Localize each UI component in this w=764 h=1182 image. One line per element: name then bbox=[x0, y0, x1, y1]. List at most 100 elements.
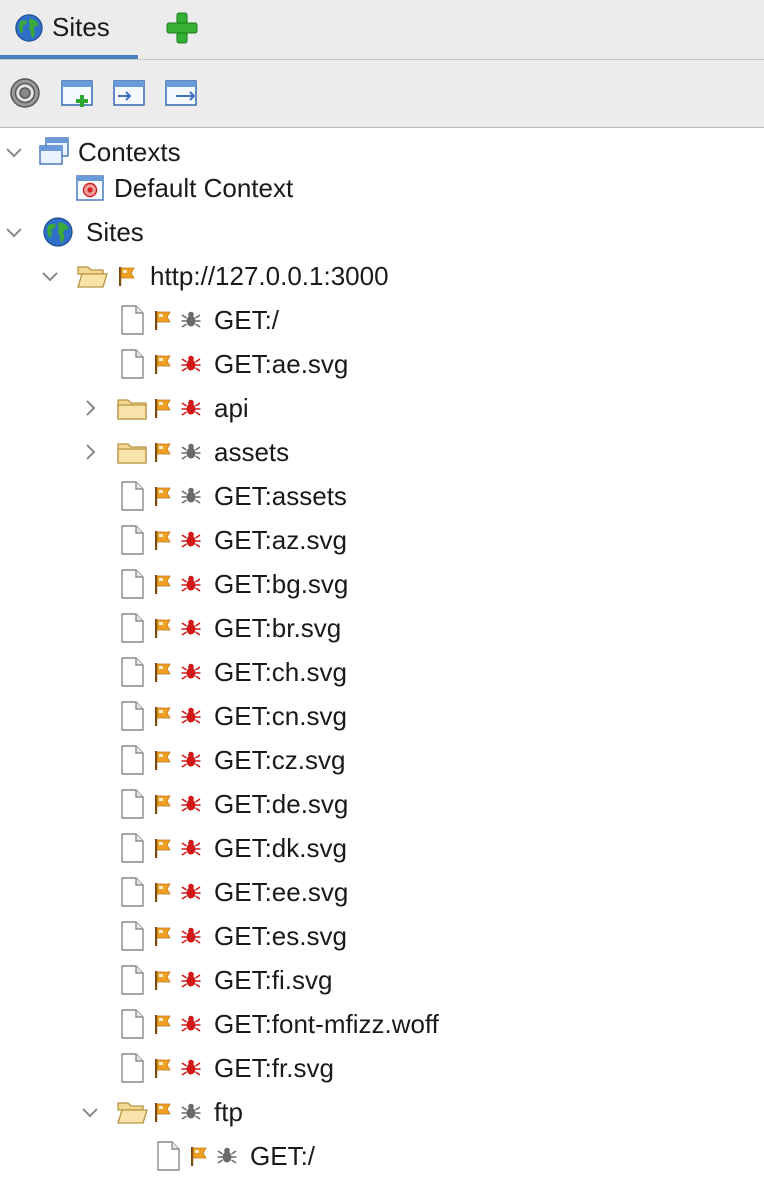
tree-node-request[interactable]: GET:ee.svg bbox=[0, 872, 764, 912]
file-icon bbox=[116, 964, 148, 996]
flag-icon bbox=[152, 397, 174, 419]
spider-alert-icon bbox=[180, 705, 202, 727]
tree-node-label: GET:cn.svg bbox=[214, 701, 347, 731]
chevron-down-icon[interactable] bbox=[78, 1100, 102, 1124]
tree-node-label: GET:az.svg bbox=[214, 525, 347, 555]
target-icon[interactable] bbox=[8, 76, 42, 110]
tree-node-request[interactable]: GET:ae.svg bbox=[0, 344, 764, 384]
tree-node-label: assets bbox=[214, 437, 290, 467]
flag-icon bbox=[188, 1145, 210, 1167]
file-icon bbox=[116, 304, 148, 336]
tree-node-request[interactable]: GET:bg.svg bbox=[0, 564, 764, 604]
flag-icon bbox=[152, 617, 174, 639]
tree-node-label: GET:/ bbox=[250, 1141, 316, 1171]
folder-icon bbox=[116, 436, 148, 468]
tree-node-request[interactable]: GET:dk.svg bbox=[0, 828, 764, 868]
file-icon bbox=[116, 920, 148, 952]
sites-tree: Contexts Default Context Sites http://12… bbox=[0, 128, 764, 1182]
flag-icon bbox=[152, 1013, 174, 1035]
tree-node-request[interactable]: GET:assets bbox=[0, 476, 764, 516]
flag-icon bbox=[152, 969, 174, 991]
flag-icon bbox=[152, 309, 174, 331]
flag-icon bbox=[152, 441, 174, 463]
flag-icon bbox=[152, 793, 174, 815]
tree-node-request[interactable]: GET:/ bbox=[0, 300, 764, 340]
tree-node-label: api bbox=[214, 393, 249, 423]
tree-node-request[interactable]: GET:fi.svg bbox=[0, 960, 764, 1000]
tree-node-label: ftp bbox=[214, 1097, 243, 1127]
spider-alert-icon bbox=[180, 353, 202, 375]
spider-alert-icon bbox=[180, 749, 202, 771]
tree-node-label: GET:font-mfizz.woff bbox=[214, 1009, 439, 1039]
tree-node-sites[interactable]: Sites bbox=[0, 212, 764, 252]
chevron-right-icon[interactable] bbox=[78, 396, 102, 420]
tree-node-request[interactable]: GET:/ bbox=[0, 1136, 764, 1176]
export-context-icon[interactable] bbox=[164, 76, 198, 110]
tree-node-request[interactable]: GET:ch.svg bbox=[0, 652, 764, 692]
tree-node-request[interactable]: GET:de.svg bbox=[0, 784, 764, 824]
spider-alert-icon bbox=[180, 881, 202, 903]
chevron-right-icon[interactable] bbox=[78, 440, 102, 464]
spider-alert-icon bbox=[180, 309, 202, 331]
default-context-icon bbox=[74, 172, 106, 204]
tree-node-folder[interactable]: assets bbox=[0, 432, 764, 472]
flag-icon bbox=[152, 705, 174, 727]
folder-icon bbox=[116, 392, 148, 424]
spider-alert-icon bbox=[180, 617, 202, 639]
spider-alert-icon bbox=[180, 397, 202, 419]
flag-icon bbox=[152, 661, 174, 683]
spider-alert-icon bbox=[180, 529, 202, 551]
file-icon bbox=[116, 700, 148, 732]
tree-node-request[interactable]: GET:cz.svg bbox=[0, 740, 764, 780]
chevron-down-icon[interactable] bbox=[38, 264, 62, 288]
tree-node-host[interactable]: http://127.0.0.1:3000 bbox=[0, 256, 764, 296]
spider-alert-icon bbox=[180, 793, 202, 815]
spider-alert-icon bbox=[180, 1101, 202, 1123]
tree-node-request[interactable]: GET:es.svg bbox=[0, 916, 764, 956]
file-icon bbox=[116, 612, 148, 644]
tree-node-label: http://127.0.0.1:3000 bbox=[150, 261, 389, 291]
tab-sites-label: Sites bbox=[52, 12, 110, 42]
file-icon bbox=[116, 524, 148, 556]
tree-node-request[interactable]: GET:cn.svg bbox=[0, 696, 764, 736]
tree-node-request[interactable]: GET:az.svg bbox=[0, 520, 764, 560]
plus-icon[interactable] bbox=[164, 10, 200, 46]
flag-icon bbox=[152, 925, 174, 947]
spider-alert-icon bbox=[180, 573, 202, 595]
tree-node-folder[interactable]: api bbox=[0, 388, 764, 428]
import-context-icon[interactable] bbox=[112, 76, 146, 110]
tree-node-label: GET:assets bbox=[214, 481, 347, 511]
tree-node-label: GET:dk.svg bbox=[214, 833, 347, 863]
spider-alert-icon bbox=[180, 661, 202, 683]
spider-alert-icon bbox=[180, 969, 202, 991]
tree-node-label: Default Context bbox=[114, 173, 294, 203]
tree-node-label: GET:cz.svg bbox=[214, 745, 346, 775]
tree-node-folder[interactable]: ftp bbox=[0, 1092, 764, 1132]
spider-alert-icon bbox=[180, 837, 202, 859]
file-icon bbox=[116, 1052, 148, 1084]
flag-icon bbox=[152, 529, 174, 551]
file-icon bbox=[116, 348, 148, 380]
flag-icon bbox=[152, 1057, 174, 1079]
flag-icon bbox=[116, 265, 138, 287]
tree-node-label: GET:de.svg bbox=[214, 789, 349, 819]
file-icon bbox=[116, 832, 148, 864]
tree-node-label: GET:es.svg bbox=[214, 921, 347, 951]
chevron-down-icon[interactable] bbox=[2, 140, 26, 164]
tree-node-request[interactable]: GET:br.svg bbox=[0, 608, 764, 648]
chevron-down-icon[interactable] bbox=[2, 220, 26, 244]
tree-node-label: GET:fr.svg bbox=[214, 1053, 334, 1083]
tree-node-request[interactable]: GET:fr.svg bbox=[0, 1048, 764, 1088]
tree-node-default-context[interactable]: Default Context bbox=[0, 168, 764, 208]
tab-sites[interactable]: Sites bbox=[0, 0, 138, 59]
new-context-icon[interactable] bbox=[60, 76, 94, 110]
toolbar bbox=[0, 60, 764, 128]
tree-node-label: GET:fi.svg bbox=[214, 965, 333, 995]
spider-alert-icon bbox=[180, 1057, 202, 1079]
tree-node-contexts[interactable]: Contexts bbox=[0, 132, 764, 172]
tree-node-request[interactable]: GET:font-mfizz.woff bbox=[0, 1004, 764, 1044]
contexts-icon bbox=[38, 136, 70, 168]
flag-icon bbox=[152, 837, 174, 859]
file-icon bbox=[116, 744, 148, 776]
globe-icon bbox=[42, 216, 74, 248]
